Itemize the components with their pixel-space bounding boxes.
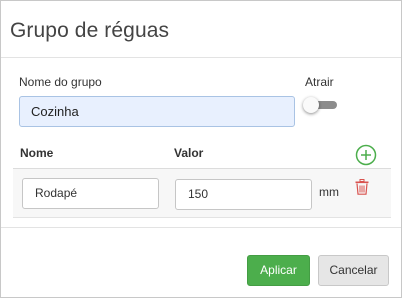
attract-label: Atrair — [305, 75, 334, 89]
unit-label: mm — [319, 185, 339, 199]
group-name-input[interactable]: Cozinha — [19, 96, 295, 127]
ruler-name-input[interactable]: Rodapé — [22, 178, 159, 209]
column-header-value: Valor — [174, 146, 204, 160]
column-header-name: Nome — [20, 146, 54, 160]
group-name-label: Nome do grupo — [19, 75, 102, 89]
toggle-knob — [303, 97, 319, 113]
table-row: Rodapé 150 mm — [13, 169, 391, 218]
footer-divider — [1, 227, 401, 228]
ruler-group-dialog: Grupo de réguas Nome do grupo Atrair Coz… — [0, 0, 402, 298]
ruler-value-input[interactable]: 150 — [175, 179, 312, 210]
title-divider — [1, 57, 401, 58]
cancel-button[interactable]: Cancelar — [318, 255, 389, 286]
add-row-icon[interactable] — [355, 144, 377, 166]
apply-button[interactable]: Aplicar — [247, 255, 310, 286]
delete-row-icon[interactable] — [355, 179, 369, 195]
dialog-title: Grupo de réguas — [10, 19, 170, 42]
attract-toggle[interactable] — [303, 97, 337, 113]
